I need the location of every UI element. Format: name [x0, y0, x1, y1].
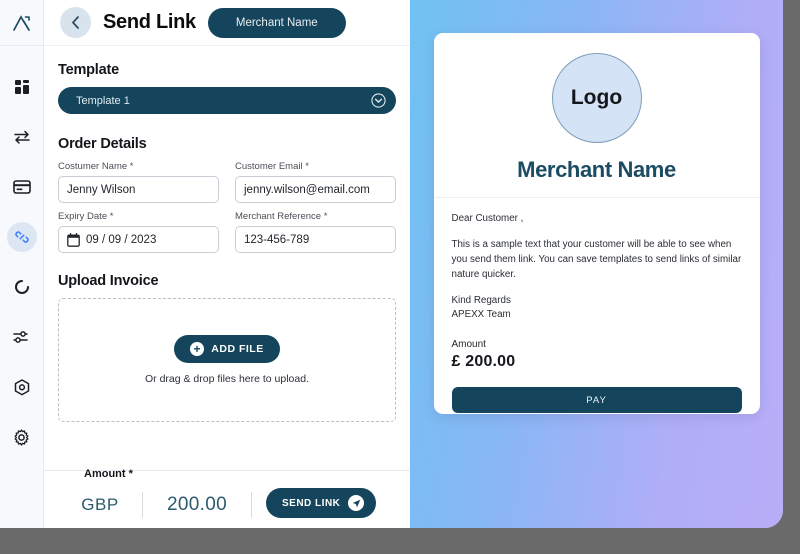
refresh-circle-icon: [14, 280, 29, 294]
chevron-down-icon: [371, 93, 386, 108]
back-button[interactable]: [60, 7, 91, 38]
order-details-fields: Costumer Name * Jenny Wilson Customer Em…: [58, 161, 396, 253]
expiry-date-input[interactable]: 09 / 09 / 2023: [58, 226, 219, 253]
amount-input[interactable]: 200.00: [143, 494, 251, 516]
app-window: Send Link Merchant Name Template Templat…: [0, 0, 783, 528]
merchant-reference-input[interactable]: 123-456-789: [235, 226, 396, 253]
sidebar-item-security[interactable]: [7, 372, 37, 402]
template-section-title: Template: [58, 62, 119, 78]
apexx-logo-icon: [12, 14, 30, 31]
app-logo[interactable]: [0, 0, 44, 46]
page-header: Send Link Merchant Name: [44, 0, 410, 46]
preview-merchant-name: Merchant Name: [517, 157, 676, 182]
page-title: Send Link: [103, 11, 196, 33]
divider: [251, 492, 252, 518]
send-link-label: SEND LINK: [282, 497, 341, 509]
form-body: Template Template 1 Order Details Costum…: [44, 46, 410, 470]
sidebar-item-links[interactable]: [6, 222, 37, 252]
credit-card-icon: [12, 180, 31, 194]
field-value: 123-456-789: [244, 233, 310, 246]
field-label: Costumer Name *: [58, 161, 134, 172]
field-expiry-date: Expiry Date * 09 / 09 / 2023: [58, 211, 219, 253]
paper-plane-icon: [348, 495, 365, 511]
field-value: 09 / 09 / 2023: [86, 233, 157, 246]
chevron-left-icon: [72, 16, 79, 29]
hexagon-target-icon: [14, 378, 29, 395]
paper-plane-glyph: [352, 499, 361, 507]
preview-greeting: Dear Customer ,: [451, 213, 524, 224]
calendar-icon: [67, 232, 80, 247]
send-link-button[interactable]: SEND LINK: [266, 488, 377, 518]
field-label: Customer Email *: [235, 161, 309, 172]
preview-amount-value: £ 200.00: [451, 353, 516, 371]
customer-email-input[interactable]: jenny.wilson@email.com: [235, 176, 396, 203]
customer-name-input[interactable]: Jenny Wilson: [58, 176, 219, 203]
sidebar-item-dashboard[interactable]: [7, 72, 37, 102]
order-details-title: Order Details: [58, 136, 147, 152]
sidebar-item-refresh[interactable]: [7, 272, 37, 302]
add-file-label: ADD FILE: [211, 343, 264, 355]
preview-body-line-1: This is a sample text that your customer…: [451, 238, 732, 250]
preview-panel: Logo Merchant Name Dear Customer , This …: [410, 0, 783, 528]
sliders-icon: [12, 331, 28, 343]
upload-invoice-title: Upload Invoice: [58, 273, 159, 289]
preview-amount-label: Amount: [451, 339, 486, 351]
preview-signoff-2: APEXX Team: [451, 309, 511, 321]
merchant-name-pill[interactable]: Merchant Name: [207, 7, 346, 38]
amount-label: Amount *: [84, 468, 133, 480]
link-icon: [14, 231, 29, 243]
bottom-action-bar: Amount * GBP 200.00 SEND LINK: [44, 468, 410, 528]
field-customer-name: Costumer Name * Jenny Wilson: [58, 161, 219, 203]
email-preview-card: Logo Merchant Name Dear Customer , This …: [433, 33, 760, 414]
file-dropzone[interactable]: + ADD FILE Or drag & drop files here to …: [58, 298, 396, 422]
drop-hint-text: Or drag & drop files here to upload.: [144, 373, 309, 385]
sidebar: [0, 0, 44, 528]
preview-signoff-1: Kind Regards: [451, 294, 511, 306]
preview-card-header: Logo Merchant Name: [433, 33, 760, 198]
pay-button[interactable]: PAY: [451, 387, 742, 414]
field-label: Merchant Reference *: [235, 211, 328, 222]
template-select[interactable]: Template 1: [58, 87, 396, 114]
field-value: Jenny Wilson: [67, 183, 136, 196]
device-frame: Send Link Merchant Name Template Templat…: [0, 0, 800, 554]
field-label: Expiry Date *: [58, 211, 114, 222]
field-merchant-reference: Merchant Reference * 123-456-789: [235, 211, 396, 253]
field-value: jenny.wilson@email.com: [244, 183, 370, 196]
field-customer-email: Customer Email * jenny.wilson@email.com: [235, 161, 396, 203]
template-selected-value: Template 1: [76, 94, 130, 107]
transfer-arrows-icon: [13, 130, 30, 144]
preview-body-line-2: you send them link. You can save templat…: [451, 253, 742, 265]
sidebar-item-settings[interactable]: [7, 422, 37, 452]
preview-card-body: Dear Customer , This is a sample text th…: [434, 198, 760, 414]
amount-group: Amount * GBP 200.00: [58, 468, 252, 518]
preview-body-line-3: nature quicker.: [451, 268, 516, 280]
currency-select[interactable]: GBP: [58, 495, 142, 515]
sidebar-nav: [0, 46, 44, 452]
grid-icon: [14, 80, 29, 94]
gear-icon: [14, 428, 29, 446]
plus-icon: +: [190, 342, 205, 356]
sidebar-item-cards[interactable]: [7, 172, 37, 202]
sidebar-item-transfers[interactable]: [7, 122, 37, 152]
add-file-button[interactable]: + ADD FILE: [174, 335, 280, 363]
form-panel: Send Link Merchant Name Template Templat…: [44, 0, 410, 528]
sidebar-item-controls[interactable]: [7, 322, 37, 352]
logo-placeholder: Logo: [551, 53, 642, 143]
